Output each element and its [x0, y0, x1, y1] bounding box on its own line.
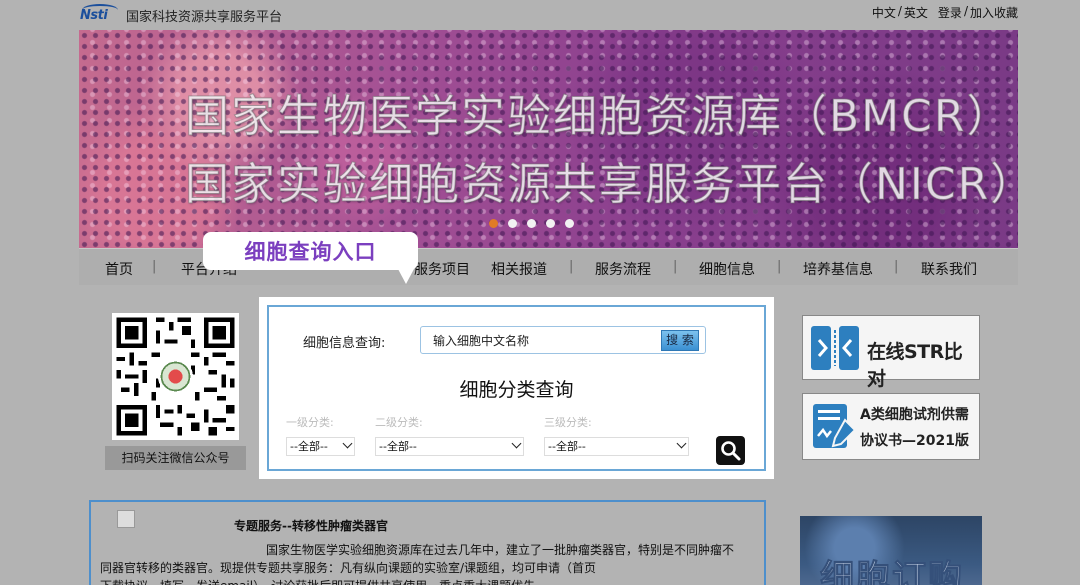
service-title[interactable]: 专题服务--转移性肿瘤类器官	[234, 517, 388, 534]
cell-query-panel: 细胞信息查询: 搜 索 细胞分类查询 一级分类: 二级分类: 三级分类: --全…	[259, 297, 774, 479]
level1-selected: --全部--	[290, 440, 328, 453]
nav-medium-info[interactable]: 培养基信息	[803, 259, 873, 279]
lang-chinese-link[interactable]: 中文	[872, 4, 896, 21]
cell-order-label: 细胞订购	[820, 558, 964, 585]
link-separator: /	[897, 4, 902, 18]
site-logo[interactable]: Nsti 国家科技资源共享服务平台	[80, 4, 283, 25]
document-sign-icon	[813, 404, 857, 448]
agreement-label: A类细胞试剂供需 协议书—2021版	[860, 402, 969, 454]
level2-select[interactable]: --全部--	[375, 437, 524, 456]
site-name: 国家科技资源共享服务平台	[126, 9, 283, 25]
chevron-down-icon	[676, 438, 687, 449]
agreement-line-2: 协议书—2021版	[860, 433, 969, 449]
special-service-panel: 专题服务--转移性肿瘤类器官 国家生物医学实验细胞资源库在过去几年中，建立了一批…	[89, 500, 766, 585]
bookmark-link[interactable]: 加入收藏	[970, 4, 1018, 21]
nav-separator: |	[777, 259, 782, 274]
broken-image-icon	[117, 510, 135, 528]
nav-contact[interactable]: 联系我们	[921, 259, 977, 279]
hero-banner[interactable]: 国家生物医学实验细胞资源库（BMCR） 国家实验细胞资源共享服务平台（NICR）	[79, 30, 1018, 248]
cell-query-frame: 细胞信息查询: 搜 索 细胞分类查询 一级分类: 二级分类: 三级分类: --全…	[267, 305, 766, 471]
chevron-down-icon	[342, 438, 353, 449]
level3-selected: --全部--	[548, 440, 586, 453]
carousel-dot[interactable]	[508, 219, 517, 228]
nav-separator: |	[569, 259, 574, 274]
banner-title-1: 国家生物医学实验细胞资源库（BMCR）	[184, 91, 1013, 143]
top-links: 中文 / 英文 登录 / 加入收藏	[872, 4, 1018, 21]
level3-select[interactable]: --全部--	[544, 437, 689, 456]
level1-select[interactable]: --全部--	[286, 437, 355, 456]
search-button[interactable]: 搜 索	[661, 330, 699, 351]
nsti-logo-icon: Nsti	[80, 4, 118, 25]
link-separator: /	[963, 4, 968, 18]
level3-label: 三级分类:	[544, 416, 592, 429]
service-line-2: 同器官转移的类器官。现提供专题共享服务：凡有纵向课题的实验室/课题组，均可申请（…	[100, 561, 597, 575]
cell-query-callout: 细胞查询入口	[203, 232, 418, 284]
login-link[interactable]: 登录	[938, 4, 962, 21]
cell-order-banner[interactable]: 细胞订购	[800, 516, 982, 585]
chevron-down-icon	[511, 438, 522, 449]
agreement-banner[interactable]: A类细胞试剂供需 协议书—2021版	[802, 393, 980, 460]
classification-title: 细胞分类查询	[459, 379, 574, 401]
wechat-qr-code	[112, 313, 239, 440]
agreement-line-1: A类细胞试剂供需	[860, 407, 969, 423]
nav-services[interactable]: 服务项目	[414, 259, 470, 279]
nav-separator: |	[673, 259, 678, 274]
str-compare-icon	[811, 326, 859, 370]
nav-separator: |	[152, 259, 157, 274]
carousel-dot[interactable]	[565, 219, 574, 228]
carousel-dot[interactable]	[546, 219, 555, 228]
carousel-dot[interactable]	[489, 219, 498, 228]
service-body: 国家生物医学实验细胞资源库在过去几年中，建立了一批肿瘤类器官，特别是不同肿瘤不 …	[91, 541, 751, 585]
classification-search-button[interactable]	[716, 436, 745, 465]
carousel-dot[interactable]	[527, 219, 536, 228]
str-compare-label: 在线STR比对	[867, 341, 963, 390]
service-line-1: 国家生物医学实验细胞资源库在过去几年中，建立了一批肿瘤类器官，特别是不同肿瘤不	[266, 543, 735, 557]
cell-search-label: 细胞信息查询:	[303, 336, 386, 351]
nav-reports[interactable]: 相关报道	[491, 259, 547, 279]
level2-selected: --全部--	[379, 440, 417, 453]
level2-label: 二级分类:	[375, 416, 423, 429]
magnifier-icon	[721, 441, 741, 461]
lang-english-link[interactable]: 英文	[904, 4, 928, 21]
nav-home[interactable]: 首页	[105, 259, 133, 279]
cell-search-input[interactable]	[433, 333, 653, 347]
nav-cell-info[interactable]: 细胞信息	[699, 259, 755, 279]
cell-search-box: 搜 索	[420, 326, 706, 354]
qr-caption: 扫码关注微信公众号	[105, 446, 246, 470]
callout-text: 细胞查询入口	[244, 240, 377, 264]
nav-separator: |	[894, 259, 899, 274]
top-bar: Nsti 国家科技资源共享服务平台 中文 / 英文 登录 / 加入收藏	[0, 0, 1080, 30]
service-line-3: 下载协议，填写，发送email），讨论获批后即可提供共享使用，重点重大课题优先。	[100, 577, 751, 585]
level1-label: 一级分类:	[286, 416, 334, 429]
banner-title-2: 国家实验细胞资源共享服务平台（NICR）	[184, 159, 1018, 211]
carousel-dots	[489, 219, 574, 228]
str-compare-banner[interactable]: 在线STR比对	[802, 315, 980, 390]
nav-process[interactable]: 服务流程	[595, 259, 651, 279]
